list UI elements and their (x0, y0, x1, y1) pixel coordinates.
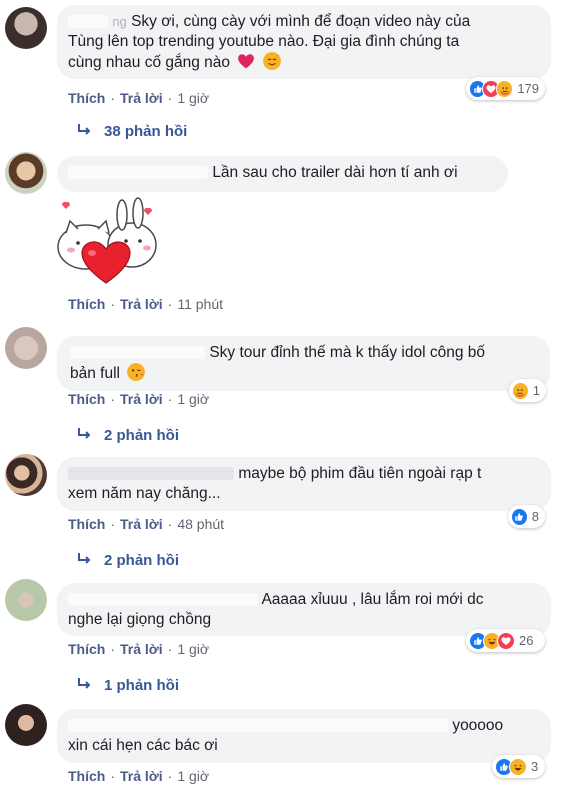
reaction-count: 1 (532, 383, 540, 398)
reply-arrow-icon (78, 552, 90, 564)
timestamp[interactable]: 1 giờ (177, 641, 209, 657)
reply-link[interactable]: Trả lời (120, 296, 163, 312)
like-link[interactable]: Thích (68, 768, 105, 784)
author-name[interactable] (68, 166, 208, 179)
reply-link[interactable]: Trả lời (120, 90, 163, 106)
reaction-summary[interactable]: 8 (508, 505, 545, 528)
author-name[interactable] (68, 15, 108, 28)
reply-link[interactable]: Trả lời (120, 391, 163, 407)
comment-actions: Thích · Trả lời · 1 giờ (68, 768, 210, 784)
reaction-summary[interactable]: 3 (492, 755, 545, 778)
reply-link[interactable]: Trả lời (120, 516, 163, 532)
avatar[interactable] (5, 579, 47, 621)
replies-count-label: 2 phản hồi (104, 552, 179, 569)
author-name[interactable] (68, 719, 448, 732)
timestamp[interactable]: 1 giờ (177, 90, 209, 106)
author-name[interactable] (70, 346, 205, 359)
love-reaction-icon (497, 631, 515, 650)
comment-bubble: maybe bộ phim đầu tiên ngoài rạp t xem n… (57, 457, 551, 511)
avatar[interactable] (5, 327, 47, 369)
like-link[interactable]: Thích (68, 296, 105, 312)
reaction-summary[interactable]: 26 (466, 629, 545, 652)
like-reaction-icon (511, 507, 528, 526)
winking-kiss-emoji-icon (127, 363, 146, 381)
comment-actions: Thích · Trả lời · 1 giờ (68, 90, 210, 106)
replies-count-label: 2 phản hồi (104, 427, 179, 444)
avatar[interactable] (5, 152, 47, 194)
comment-bubble: yooooo xin cái hẹn các bác ơi (57, 709, 551, 763)
comment-actions: Thích · Trả lời · 1 giờ (68, 391, 210, 407)
comment-text: yooooo (452, 717, 504, 734)
reaction-count: 3 (531, 759, 539, 774)
comment-actions: Thích · Trả lời · 1 giờ (68, 641, 210, 657)
comment-bubble: ng Sky ơi, cùng cày với mình để đoạn vid… (57, 5, 551, 79)
like-link[interactable]: Thích (68, 90, 105, 106)
replies-count-label: 1 phản hồi (104, 677, 179, 694)
avatar[interactable] (5, 454, 47, 496)
author-name[interactable] (68, 467, 234, 480)
comment-text: xem năm nay chăng... (68, 485, 221, 502)
reaction-count: 8 (531, 509, 539, 524)
comment-text: xin cái hẹn các bác ơi (68, 737, 218, 754)
view-replies-link[interactable]: 1 phản hồi (76, 676, 179, 696)
reply-arrow-icon (78, 677, 90, 689)
comment-bubble: Lần sau cho trailer dài hơn tí anh ơi (57, 156, 508, 192)
reaction-count: 179 (517, 81, 540, 96)
red-heart-emoji-icon (238, 54, 255, 69)
avatar[interactable] (5, 704, 47, 746)
view-replies-link[interactable]: 2 phản hồi (76, 426, 179, 446)
timestamp[interactable]: 48 phút (177, 516, 224, 532)
reply-link[interactable]: Trả lời (120, 641, 163, 657)
timestamp[interactable]: 11 phút (177, 296, 223, 312)
care-reaction-icon (512, 381, 529, 400)
like-link[interactable]: Thích (68, 391, 105, 407)
comment-actions: Thích · Trả lời · 11 phút (68, 296, 223, 312)
reply-link[interactable]: Trả lời (120, 768, 163, 784)
timestamp[interactable]: 1 giờ (177, 391, 209, 407)
care-reaction-icon (495, 79, 514, 98)
comment-text: Sky ơi, cùng cày với mình để đoạn video … (131, 13, 471, 30)
comment-text: Tùng lên top trending youtube nào. Đại g… (68, 33, 460, 50)
comment-actions: Thích · Trả lời · 48 phút (68, 516, 225, 532)
haha-reaction-icon (509, 757, 527, 776)
like-link[interactable]: Thích (68, 516, 105, 532)
comment-text: cùng nhau cố gắng nào (68, 54, 231, 71)
reply-arrow-icon (78, 427, 90, 439)
like-link[interactable]: Thích (68, 641, 105, 657)
comment-text: nghe lại giọng chồng (68, 611, 212, 628)
bunny-heart-sticker (52, 197, 160, 289)
reaction-count: 26 (519, 633, 534, 648)
reply-arrow-icon (78, 123, 90, 135)
avatar[interactable] (5, 7, 47, 49)
comment-bubble: Sky tour đỉnh thế mà k thấy idol công bố… (57, 336, 550, 391)
comment-text: Aaaaa xỉuuu , lâu lắm roi mới dc (261, 591, 484, 608)
view-replies-link[interactable]: 2 phản hồi (76, 551, 179, 571)
comment-text: maybe bộ phim đầu tiên ngoài rạp t (238, 465, 482, 482)
smiling-hearts-emoji-icon (262, 52, 281, 70)
timestamp[interactable]: 1 giờ (177, 768, 209, 784)
replies-count-label: 38 phản hồi (104, 123, 188, 140)
author-name-partial: ng (112, 14, 127, 29)
comment-text: Sky tour đỉnh thế mà k thấy idol công bố (209, 344, 486, 361)
reaction-summary[interactable]: 1 (509, 379, 546, 402)
author-name[interactable] (68, 593, 258, 606)
reaction-summary[interactable]: 179 (466, 77, 545, 100)
view-replies-link[interactable]: 38 phản hồi (76, 122, 187, 142)
comment-text: bản full (70, 365, 120, 382)
comment-text: Lần sau cho trailer dài hơn tí anh ơi (212, 164, 458, 181)
